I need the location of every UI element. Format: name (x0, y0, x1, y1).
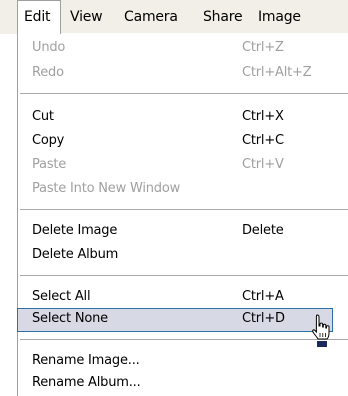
menu-item-shortcut: Ctrl+D (242, 311, 285, 326)
menu-item-rename-album[interactable]: Rename Album... (18, 373, 348, 393)
menu-separator (20, 209, 348, 211)
menu-camera[interactable]: Camera (124, 0, 178, 34)
menu-item-label: Cut (32, 109, 54, 124)
menu-item-label: Delete Image (32, 223, 118, 238)
menu-item-paste-into-new-window[interactable]: Paste Into New Window (18, 179, 348, 199)
menu-item-label: Delete Album (32, 247, 119, 262)
menu-image[interactable]: Image (258, 0, 301, 34)
menu-item-label: Redo (32, 65, 64, 80)
menu-separator (20, 339, 348, 341)
menu-item-shortcut: Ctrl+V (242, 157, 284, 172)
menu-item-delete-image[interactable]: Delete Image Delete (18, 221, 348, 241)
menu-item-label: Select None (32, 311, 108, 326)
menu-item-label: Copy (32, 133, 65, 148)
menu-item-delete-album[interactable]: Delete Album (18, 245, 348, 265)
menu-item-select-all[interactable]: Select All Ctrl+A (18, 287, 348, 307)
menu-share[interactable]: Share (203, 0, 243, 34)
menu-view[interactable]: View (70, 0, 103, 34)
menu-item-label: Undo (32, 40, 66, 55)
menubar: Edit View Camera Share Image (0, 0, 348, 34)
menu-item-select-none[interactable]: Select None Ctrl+D (17, 308, 333, 332)
menu-item-shortcut: Ctrl+Z (242, 40, 284, 55)
menu-item-cut[interactable]: Cut Ctrl+X (18, 107, 348, 127)
menu-item-label: Paste Into New Window (32, 181, 181, 196)
menu-item-redo[interactable]: Redo Ctrl+Alt+Z (18, 63, 348, 83)
menu-separator (20, 93, 348, 95)
hand-pointer-icon (309, 313, 335, 349)
menu-item-label: Select All (32, 289, 91, 304)
menu-item-copy[interactable]: Copy Ctrl+C (18, 131, 348, 151)
menu-separator (20, 275, 348, 277)
menu-item-label: Rename Image... (32, 353, 140, 368)
menu-item-shortcut: Delete (242, 223, 284, 238)
menu-item-shortcut: Ctrl+C (242, 133, 284, 148)
menu-item-label: Rename Album... (32, 375, 141, 390)
menu-item-rename-image[interactable]: Rename Image... (18, 351, 348, 371)
menu-item-shortcut: Ctrl+Alt+Z (242, 65, 312, 80)
edit-menu-dropdown: Undo Ctrl+Z Redo Ctrl+Alt+Z Cut Ctrl+X C… (17, 33, 348, 396)
menu-item-label: Paste (32, 157, 67, 172)
menu-item-shortcut: Ctrl+A (242, 289, 284, 304)
menu-item-paste[interactable]: Paste Ctrl+V (18, 155, 348, 175)
menu-item-undo[interactable]: Undo Ctrl+Z (18, 38, 348, 58)
menu-item-shortcut: Ctrl+X (242, 109, 284, 124)
menu-edit[interactable]: Edit (17, 0, 61, 34)
